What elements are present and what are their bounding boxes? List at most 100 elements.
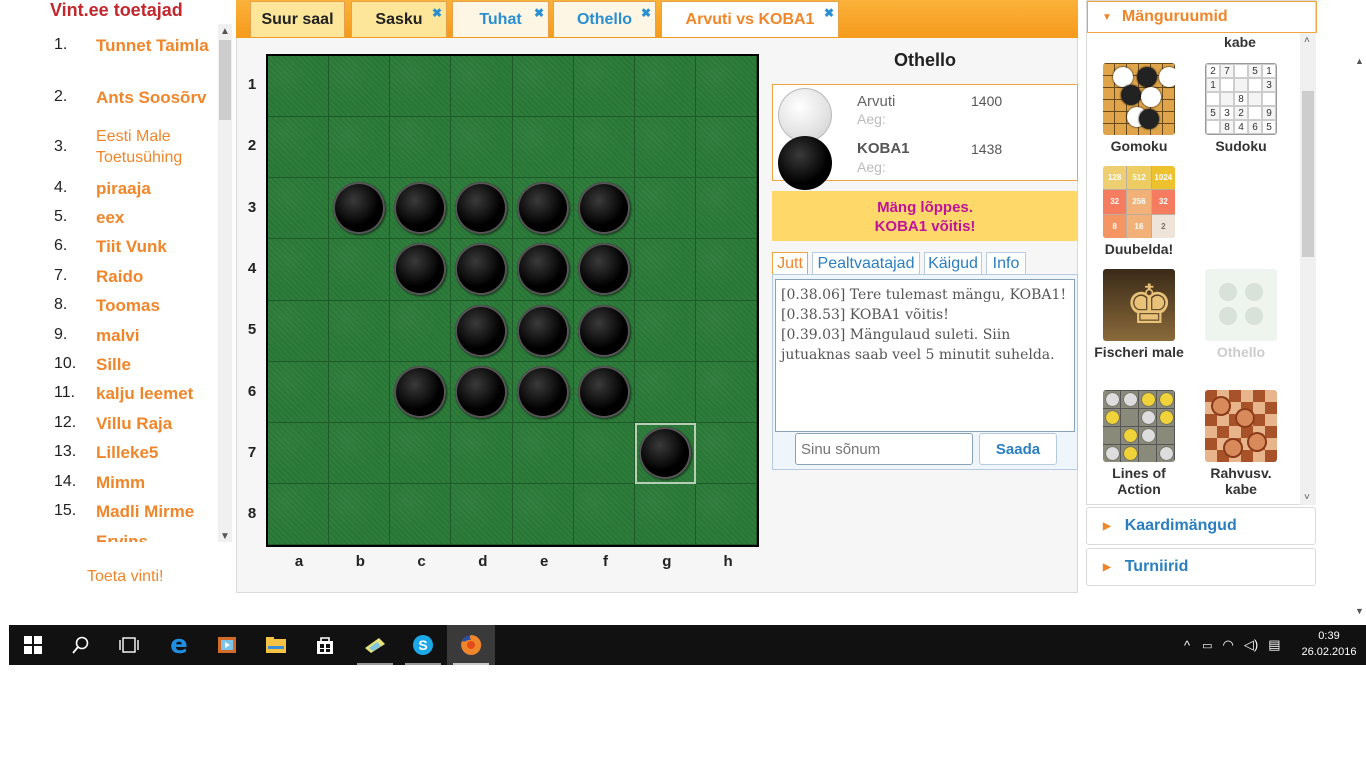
- board-cell-f1[interactable]: [573, 56, 635, 118]
- supporter-name[interactable]: malvi: [96, 325, 139, 346]
- board-cell-d5[interactable]: [451, 300, 513, 362]
- scroll-up-arrow-icon[interactable]: ▲: [1355, 56, 1364, 66]
- game-room-item[interactable]: 2 7 5 1 1 3 8 5 3 2 9 8 4 6 5 Sudoku: [1196, 63, 1286, 154]
- photos-icon[interactable]: [351, 625, 399, 665]
- board-cell-c8[interactable]: [390, 483, 452, 545]
- supporter-name[interactable]: Sille: [96, 354, 131, 375]
- card-games-accordion[interactable]: ▶ Kaardimängud: [1086, 507, 1316, 545]
- board-cell-c2[interactable]: [390, 117, 452, 179]
- board-cell-h6[interactable]: [695, 361, 757, 423]
- board-cell-d8[interactable]: [451, 483, 513, 545]
- board-cell-g6[interactable]: [634, 361, 696, 423]
- board-cell-b6[interactable]: [329, 361, 391, 423]
- game-rooms-header[interactable]: ▼ Mänguruumid: [1087, 1, 1317, 33]
- close-tab-icon[interactable]: ✖: [432, 6, 442, 20]
- close-tab-icon[interactable]: ✖: [641, 6, 651, 20]
- board-cell-c4[interactable]: [390, 239, 452, 301]
- supporter-name[interactable]: Tunnet Taimla: [96, 35, 218, 56]
- action-center-icon[interactable]: ▤: [1268, 637, 1280, 653]
- room-tab[interactable]: Sasku ✖: [351, 1, 447, 37]
- supporter-name[interactable]: Villu Raja: [96, 413, 172, 434]
- game-room-item[interactable]: Gomoku: [1094, 63, 1184, 154]
- board-cell-g4[interactable]: [634, 239, 696, 301]
- battery-icon[interactable]: ▭: [1202, 639, 1212, 652]
- board-cell-e7[interactable]: [512, 422, 574, 484]
- firefox-icon[interactable]: [447, 625, 495, 665]
- windows-start-icon[interactable]: [9, 625, 57, 665]
- board-cell-e1[interactable]: [512, 56, 574, 118]
- board-cell-a7[interactable]: [268, 422, 330, 484]
- board-cell-f4[interactable]: [573, 239, 635, 301]
- scroll-down-arrow-icon[interactable]: ▼: [220, 531, 230, 542]
- board-cell-a3[interactable]: [268, 178, 330, 240]
- board-cell-c7[interactable]: [390, 422, 452, 484]
- supporter-name[interactable]: Toomas: [96, 295, 160, 316]
- room-tab[interactable]: Suur saal: [250, 1, 345, 37]
- board-cell-f8[interactable]: [573, 483, 635, 545]
- chevron-up-icon[interactable]: ^: [1184, 638, 1190, 653]
- supporter-name[interactable]: kalju leemet: [96, 383, 193, 404]
- search-icon[interactable]: [57, 625, 105, 665]
- scroll-thumb[interactable]: [219, 40, 231, 120]
- board-cell-a4[interactable]: [268, 239, 330, 301]
- game-room-item[interactable]: ♚ Fischeri male: [1094, 269, 1184, 360]
- board-cell-a8[interactable]: [268, 483, 330, 545]
- board-cell-g8[interactable]: [634, 483, 696, 545]
- game-room-item[interactable]: Othello: [1196, 269, 1286, 360]
- supporter-name[interactable]: piraaja: [96, 178, 151, 199]
- board-cell-g5[interactable]: [634, 300, 696, 362]
- edge-browser-icon[interactable]: e: [155, 625, 203, 665]
- board-cell-d3[interactable]: [451, 178, 513, 240]
- scroll-up-arrow-icon[interactable]: ▲: [220, 26, 230, 37]
- scroll-down-arrow-icon[interactable]: ˅: [1304, 492, 1310, 503]
- board-cell-g2[interactable]: [634, 117, 696, 179]
- chat-tab[interactable]: Jutt: [772, 252, 808, 275]
- board-cell-c3[interactable]: [390, 178, 452, 240]
- board-cell-g1[interactable]: [634, 56, 696, 118]
- board-cell-e6[interactable]: [512, 361, 574, 423]
- supporter-name[interactable]: Tiit Vunk: [96, 236, 167, 257]
- board-cell-g7[interactable]: [634, 422, 696, 484]
- board-cell-d4[interactable]: [451, 239, 513, 301]
- wifi-icon[interactable]: ◠: [1223, 637, 1234, 653]
- board-cell-h4[interactable]: [695, 239, 757, 301]
- chat-tab[interactable]: Pealtvaatajad: [812, 252, 920, 275]
- board-cell-a2[interactable]: [268, 117, 330, 179]
- board-cell-f2[interactable]: [573, 117, 635, 179]
- player-name-black[interactable]: KOBA1: [857, 140, 910, 157]
- board-cell-d1[interactable]: [451, 56, 513, 118]
- board-cell-b8[interactable]: [329, 483, 391, 545]
- game-room-item[interactable]: 128 512 1024 32 256 32 8 16 2 Duubelda!: [1094, 166, 1184, 257]
- board-cell-b5[interactable]: [329, 300, 391, 362]
- room-tab[interactable]: Tuhat ✖: [452, 1, 549, 37]
- game-room-item[interactable]: Lines of Action: [1094, 390, 1184, 497]
- board-cell-f6[interactable]: [573, 361, 635, 423]
- board-cell-a1[interactable]: [268, 56, 330, 118]
- supporter-name[interactable]: eex: [96, 207, 124, 228]
- media-player-icon[interactable]: [203, 625, 251, 665]
- support-vint-link[interactable]: Toeta vinti!: [87, 568, 163, 586]
- board-cell-f5[interactable]: [573, 300, 635, 362]
- supporter-name[interactable]: Eesti Male Toetusühing: [96, 126, 218, 168]
- room-tab[interactable]: Othello ✖: [553, 1, 656, 37]
- close-tab-icon[interactable]: ✖: [824, 6, 834, 20]
- room-tab[interactable]: Arvuti vs KOBA1 ✖: [661, 1, 839, 37]
- close-tab-icon[interactable]: ✖: [534, 6, 544, 20]
- board-cell-e4[interactable]: [512, 239, 574, 301]
- board-cell-e5[interactable]: [512, 300, 574, 362]
- supporter-name[interactable]: Lilleke5: [96, 442, 158, 463]
- board-cell-c5[interactable]: [390, 300, 452, 362]
- chat-tab[interactable]: Info: [986, 252, 1026, 275]
- store-icon[interactable]: [301, 625, 349, 665]
- board-cell-f7[interactable]: [573, 422, 635, 484]
- board-cell-f3[interactable]: [573, 178, 635, 240]
- supporter-name[interactable]: Madli Mirme: [96, 501, 194, 522]
- board-cell-b1[interactable]: [329, 56, 391, 118]
- scroll-up-arrow-icon[interactable]: ˄: [1304, 35, 1310, 46]
- board-cell-d6[interactable]: [451, 361, 513, 423]
- taskbar-clock[interactable]: 0:39 26.02.2016: [1299, 628, 1359, 660]
- board-cell-h3[interactable]: [695, 178, 757, 240]
- board-cell-h1[interactable]: [695, 56, 757, 118]
- board-cell-c6[interactable]: [390, 361, 452, 423]
- board-cell-b4[interactable]: [329, 239, 391, 301]
